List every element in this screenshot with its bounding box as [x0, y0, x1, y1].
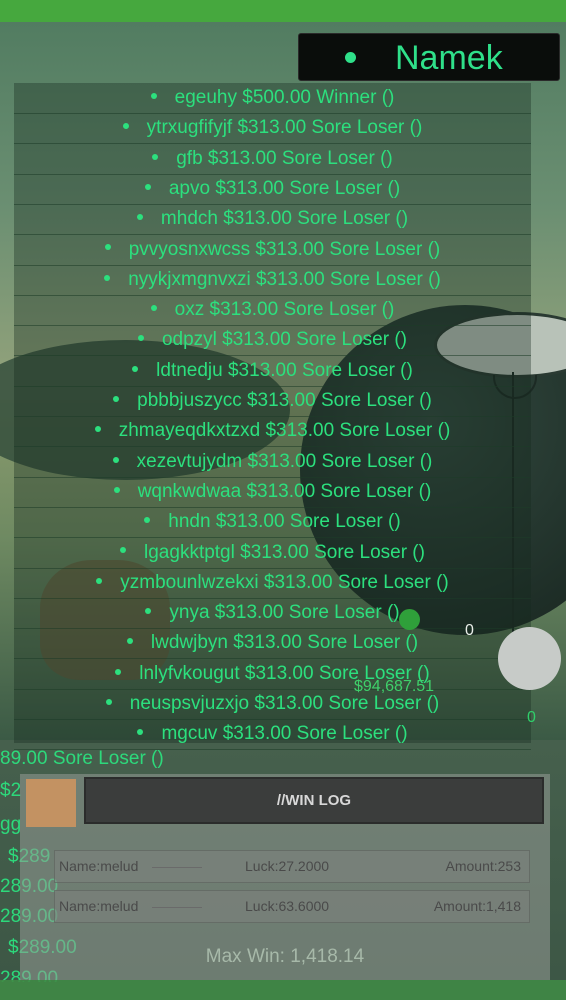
- bullet-icon: [113, 395, 120, 402]
- leaderboard-entry-text: ldtnedju $313.00 Sore Loser (): [156, 359, 413, 381]
- win-luck: Luck:63.6000: [245, 898, 330, 914]
- bullet-icon: [145, 608, 152, 615]
- bullet-icon: [104, 274, 111, 281]
- background-entry: gg: [0, 814, 22, 835]
- bullet-icon: [122, 123, 129, 130]
- bullet-icon: [152, 153, 159, 160]
- server-name: Namek: [395, 39, 503, 77]
- row-divider: [152, 907, 202, 908]
- bullet-icon: [150, 92, 157, 99]
- leaderboard-row: hndn $313.00 Sore Loser (): [14, 507, 531, 539]
- leaderboard-entry-text: ynya $313.00 Sore Loser (): [169, 602, 400, 624]
- joystick-button[interactable]: [498, 627, 561, 690]
- win-log-title[interactable]: //WIN LOG: [84, 777, 544, 824]
- leaderboard-entry-text: pvvyosnxwcss $313.00 Sore Loser (): [128, 238, 441, 260]
- leaderboard-row: apvo $313.00 Sore Loser (): [14, 174, 531, 205]
- max-win-label: Max Win: 1,418.14: [205, 946, 365, 967]
- leaderboard-entry-text: nyykjxmgnvxzi $313.00 Sore Loser (): [128, 268, 441, 290]
- bullet-icon: [150, 305, 157, 312]
- bullet-icon: [94, 426, 101, 433]
- leaderboard-row: xezevtujydm $313.00 Sore Loser (): [14, 447, 531, 478]
- bullet-icon: [144, 183, 151, 190]
- win-luck: Luck:27.2000: [245, 858, 330, 874]
- leaderboard-entry-text: odpzyl $313.00 Sore Loser (): [161, 329, 408, 351]
- leaderboard-panel: egeuhy $500.00 Winner () ytrxugfifyjf $31…: [14, 83, 531, 751]
- bullet-icon: [126, 638, 133, 645]
- leaderboard-row: lgagkktptgl $313.00 Sore Loser (): [14, 538, 531, 569]
- bullet-icon: [105, 698, 112, 705]
- leaderboard-entry-text: lwdwjbyn $313.00 Sore Loser (): [150, 632, 419, 654]
- leaderboard-row: ytrxugfifyjf $313.00 Sore Loser (): [14, 113, 531, 145]
- bullet-icon: [132, 365, 139, 372]
- bullet-icon: [136, 214, 143, 221]
- leaderboard-entry-text: egeuhy $500.00 Winner (): [174, 87, 395, 108]
- server-title-box: Namek: [298, 33, 560, 81]
- row-divider: [152, 867, 202, 868]
- leaderboard-entry-text: ytrxugfifyjf $313.00 Sore Loser (): [146, 117, 423, 139]
- bullet-icon: [115, 668, 122, 675]
- leaderboard-row: gfb $313.00 Sore Loser (): [14, 144, 531, 175]
- leaderboard-entry-text: wqnkwdwaa $313.00 Sore Loser (): [137, 480, 432, 502]
- leaderboard-entry-text: xezevtujydm $313.00 Sore Loser (): [136, 450, 433, 472]
- win-log-panel: //WIN LOG Name:melud Luck:27.2000 Amount…: [20, 774, 550, 980]
- leaderboard-row: oxz $313.00 Sore Loser (): [14, 295, 531, 327]
- leaderboard-row: pbbbjuszycc $313.00 Sore Loser (): [14, 386, 531, 417]
- leaderboard-row: lwdwjbyn $313.00 Sore Loser (): [14, 628, 531, 660]
- leaderboard-row: wqnkwdwaa $313.00 Sore Loser (): [14, 477, 531, 508]
- top-bar: [0, 0, 566, 22]
- leaderboard-entry-text: zhmayeqdkxtzxd $313.00 Sore Loser (): [118, 420, 451, 442]
- background-entry: 89.00 Sore Loser (): [0, 748, 164, 769]
- bullet-icon: [112, 456, 119, 463]
- bullet-icon: [104, 244, 111, 251]
- leaderboard-entry-text: oxz $313.00 Sore Loser (): [174, 299, 395, 321]
- leaderboard-row: ynya $313.00 Sore Loser (): [14, 598, 531, 630]
- bullet-icon: [96, 577, 103, 584]
- bullet-icon: [137, 729, 144, 736]
- leaderboard-entry-text: mhdch $313.00 Sore Loser (): [160, 208, 409, 230]
- background-entry: $2: [0, 780, 22, 801]
- leaderboard-row: pvvyosnxwcss $313.00 Sore Loser (): [14, 235, 531, 266]
- leaderboard-row: lnlyfvkougut $313.00 Sore Loser (): [14, 659, 531, 690]
- win-name: Name:melud: [59, 898, 139, 914]
- leaderboard-row: neuspsvjuzxjo $313.00 Sore Loser (): [14, 689, 531, 720]
- leaderboard-entry-text: yzmbounlwzekxi $313.00 Sore Loser (): [120, 571, 449, 593]
- hud-count-top: 0: [465, 622, 474, 639]
- leaderboard-entry-text: neuspsvjuzxjo $313.00 Sore Loser (): [129, 693, 440, 714]
- leaderboard-entry-text: gfb $313.00 Sore Loser (): [176, 147, 393, 169]
- leaderboard-row: mhdch $313.00 Sore Loser (): [14, 204, 531, 236]
- avatar: [26, 779, 76, 827]
- bottom-bar: [0, 980, 566, 1000]
- win-log-row: Name:melud Luck:63.6000 Amount:1,418: [54, 890, 530, 923]
- green-orb-icon: [399, 609, 420, 630]
- leaderboard-entry-text: pbbbjuszycc $313.00 Sore Loser (): [137, 390, 432, 411]
- bullet-icon: [113, 486, 120, 493]
- bullet-icon: [120, 547, 127, 554]
- leaderboard-row: egeuhy $500.00 Winner (): [14, 83, 531, 114]
- leaderboard-entry-text: lgagkktptgl $313.00 Sore Loser (): [144, 541, 425, 563]
- win-log-row: Name:melud Luck:27.2000 Amount:253: [54, 850, 530, 883]
- hud-count-bottom: 0: [527, 709, 536, 726]
- leaderboard-row: zhmayeqdkxtzxd $313.00 Sore Loser (): [14, 416, 531, 448]
- bullet-icon: [144, 517, 151, 524]
- leaderboard-row: nyykjxmgnvxzi $313.00 Sore Loser (): [14, 265, 531, 296]
- win-name: Name:melud: [59, 858, 139, 874]
- leaderboard-row: yzmbounlwzekxi $313.00 Sore Loser (): [14, 568, 531, 599]
- bullet-icon: [137, 335, 144, 342]
- leaderboard-row: odpzyl $313.00 Sore Loser (): [14, 325, 531, 357]
- balance-display: $94,687.51: [354, 678, 435, 695]
- bullet-icon: [345, 52, 356, 63]
- leaderboard-entry-text: hndn $313.00 Sore Loser (): [168, 511, 401, 533]
- win-amount: Amount:253: [445, 858, 522, 874]
- win-amount: Amount:1,418: [433, 898, 521, 914]
- leaderboard-row: ldtnedju $313.00 Sore Loser (): [14, 356, 531, 387]
- leaderboard-entry-text: apvo $313.00 Sore Loser (): [168, 177, 401, 199]
